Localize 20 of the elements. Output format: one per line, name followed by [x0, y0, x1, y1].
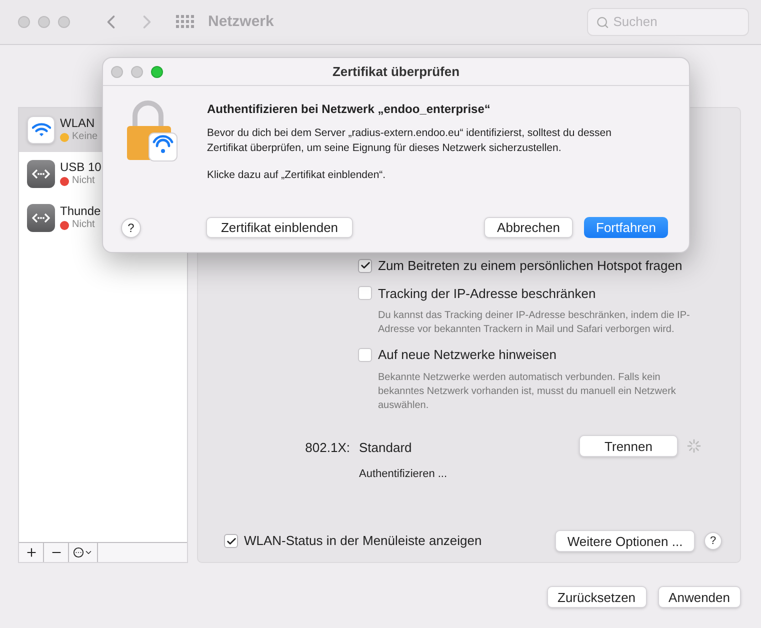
service-status: Nicht [72, 219, 95, 232]
option-description: Du kannst das Tracking deiner IP-Adresse beschränken, indem die IP-Adresse vor bekannten Trackern in Mail und Safari verborgen wird. [377, 309, 691, 337]
option-label: WLAN-Status in der Menüleiste anzeigen [244, 532, 482, 550]
service-name: Thunde [60, 204, 101, 220]
option-label: Tracking der IP-Adresse beschränken [378, 284, 596, 303]
service-status: Nicht [72, 175, 95, 188]
dot1x-status: Authentifizieren ... [359, 466, 448, 482]
option-label: Auf neue Netzwerke hinweisen [378, 346, 556, 364]
option-description: Bekannte Netzwerke werden automatisch verbunden. Falls kein bekanntes Netzwerk vorhanden ist, musst du manuell ein Netzwerk auswählen. [377, 370, 677, 412]
dot1x-value: Standard [359, 439, 413, 457]
dialog-hint: Klicke dazu auf „Zertifikat einblenden“. [207, 168, 387, 183]
dialog-message: Bevor du dich bei dem Server „radius-extern.endoo.eu“ identifizierst, solltest du dessen Zertifikat überprüfen, um seine Eignung für dieses Netzwerk sicherzustellen. [207, 126, 612, 156]
service-name: WLAN [60, 116, 96, 132]
service-name: USB 10 [60, 160, 102, 176]
dialog-heading: Authentifizieren bei Netzwerk „endoo_enterprise“ [207, 101, 492, 118]
service-status: Keine [72, 131, 98, 144]
window-title: Netzwerk [208, 12, 274, 32]
dot1x-label: 802.1X: [304, 439, 350, 457]
option-label: Zum Beitreten zu einem persönlichen Hotspot fragen [378, 257, 682, 275]
dialog-title: Zertifikat überprüfen [331, 62, 461, 81]
